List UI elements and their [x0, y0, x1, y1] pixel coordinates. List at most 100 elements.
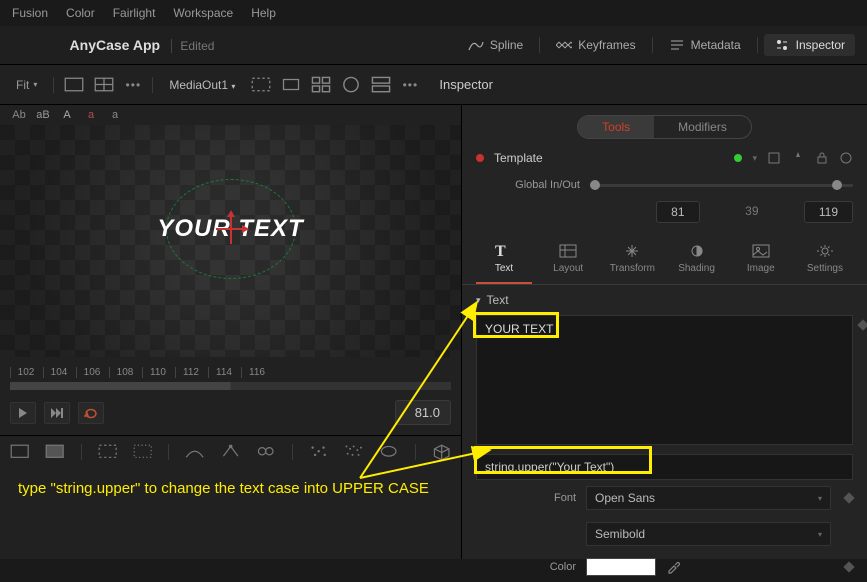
rectangle-fill-icon[interactable]	[45, 444, 64, 460]
font-selector[interactable]: Open Sans▾	[586, 486, 831, 510]
inspector-button[interactable]: Inspector	[764, 34, 855, 56]
eyedropper-icon[interactable]	[666, 560, 680, 574]
reset-icon[interactable]	[839, 151, 853, 165]
font-weight-selector[interactable]: Semibold▾	[586, 522, 831, 546]
ruler-tick: 110	[142, 367, 173, 378]
ruler-tick: 106	[76, 367, 107, 378]
divider	[539, 37, 540, 53]
inspector-header: Inspector	[429, 71, 857, 98]
tab-text[interactable]: T Text	[476, 239, 532, 284]
category-tabs: T Text Layout Transform Shading Image	[462, 233, 867, 285]
tab-layout[interactable]: Layout	[540, 239, 596, 284]
grid-square-icon[interactable]	[311, 77, 331, 93]
divider	[168, 444, 169, 460]
cube-icon[interactable]	[432, 444, 451, 460]
tab-settings[interactable]: Settings	[797, 239, 853, 284]
split-icon[interactable]	[371, 77, 391, 93]
tab-image[interactable]: Image	[733, 239, 789, 284]
more-icon[interactable]: •••	[124, 78, 142, 92]
channel-ab[interactable]: Ab	[10, 109, 28, 121]
rectangle-tool-icon[interactable]	[10, 444, 29, 460]
global-inout-label: Global In/Out	[476, 179, 580, 191]
ruler-tick: 116	[241, 367, 272, 378]
tab-shading-label: Shading	[678, 263, 715, 274]
color-swatch[interactable]	[586, 558, 656, 576]
lock-icon[interactable]	[815, 151, 829, 165]
divider	[292, 444, 293, 460]
channel-a2[interactable]: a	[106, 109, 124, 121]
more-icon[interactable]: •••	[401, 78, 419, 92]
ruler-tick: 108	[109, 367, 140, 378]
menu-fusion[interactable]: Fusion	[12, 6, 48, 20]
divider	[152, 77, 153, 93]
tab-shading[interactable]: Shading	[669, 239, 725, 284]
view-a-icon[interactable]	[251, 77, 271, 93]
enabled-led-icon[interactable]	[734, 154, 742, 162]
timecode-display[interactable]: 81.0	[395, 400, 451, 425]
menu-color[interactable]: Color	[66, 6, 95, 20]
keyframes-button[interactable]: Keyframes	[546, 34, 645, 56]
global-slider[interactable]	[590, 184, 853, 187]
inspector-label: Inspector	[796, 38, 845, 52]
media-out-label: MediaOut1	[169, 78, 228, 92]
menu-fairlight[interactable]: Fairlight	[113, 6, 156, 20]
dotted-rect-icon[interactable]	[133, 444, 152, 460]
font-label: Font	[476, 492, 576, 504]
tab-transform[interactable]: Transform	[604, 239, 660, 284]
media-out-selector[interactable]: MediaOut1 ▾	[163, 76, 241, 94]
tab-modifiers[interactable]: Modifiers	[654, 116, 751, 138]
tab-layout-label: Layout	[553, 263, 583, 274]
text-content-field[interactable]	[476, 315, 853, 445]
global-out-field[interactable]: 119	[804, 201, 853, 223]
metadata-button[interactable]: Metadata	[659, 34, 751, 56]
layers-icon[interactable]	[767, 151, 781, 165]
keyframe-diamond-icon[interactable]	[843, 561, 854, 572]
keyframes-icon	[556, 38, 572, 52]
pin-icon[interactable]	[791, 151, 805, 165]
spline-label: Spline	[490, 38, 523, 52]
text-tab-icon: T	[495, 243, 513, 259]
next-frame-button[interactable]	[44, 402, 70, 424]
weight-value: Semibold	[595, 527, 645, 541]
global-in-field[interactable]: 81	[656, 201, 700, 223]
crosshair-up-arrow	[227, 210, 235, 217]
inspector-tabs: Tools Modifiers	[577, 115, 752, 139]
fit-selector[interactable]: Fit ▾	[10, 76, 43, 94]
keyframes-label: Keyframes	[578, 38, 635, 52]
circle-view-icon[interactable]	[341, 77, 361, 93]
time-ruler[interactable]: 102 104 106 108 110 112 114 116	[0, 357, 461, 382]
divider	[415, 444, 416, 460]
shading-tab-icon	[688, 243, 706, 259]
play-button[interactable]	[10, 402, 36, 424]
tab-tools[interactable]: Tools	[578, 116, 654, 138]
ruler-bar[interactable]	[10, 382, 451, 390]
keyframe-diamond-icon[interactable]	[843, 492, 854, 503]
section-text-header[interactable]: ▾ Text	[462, 285, 867, 315]
merge-icon[interactable]	[256, 444, 275, 460]
particles-icon[interactable]	[309, 444, 328, 460]
pen-tool-icon[interactable]	[221, 444, 240, 460]
channel-aB[interactable]: aB	[34, 109, 52, 121]
channel-a-red[interactable]: a	[82, 109, 100, 121]
loop-button[interactable]	[78, 402, 104, 424]
keyframe-diamond-icon[interactable]	[857, 319, 867, 330]
expression-field[interactable]	[476, 454, 853, 480]
enabled-chevron-icon[interactable]: ▾	[752, 153, 757, 164]
frame-icon[interactable]	[64, 77, 84, 93]
divider	[53, 77, 54, 93]
transport-controls: 81.0	[0, 390, 461, 435]
guides-icon[interactable]	[94, 77, 114, 93]
curve-tool-icon[interactable]	[185, 444, 204, 460]
blend-icon[interactable]	[379, 444, 398, 460]
channel-A[interactable]: A	[58, 109, 76, 121]
fit-label: Fit	[16, 78, 29, 92]
viewer[interactable]: YOUR TEXT	[0, 125, 461, 357]
node-toolbar	[0, 435, 461, 468]
particles-dense-icon[interactable]	[344, 444, 363, 460]
menu-workspace[interactable]: Workspace	[173, 6, 233, 20]
menu-help[interactable]: Help	[251, 6, 276, 20]
active-led-icon[interactable]	[476, 154, 484, 162]
dashed-rect-icon[interactable]	[98, 444, 117, 460]
spline-button[interactable]: Spline	[458, 34, 533, 56]
view-b-icon[interactable]	[281, 77, 301, 93]
